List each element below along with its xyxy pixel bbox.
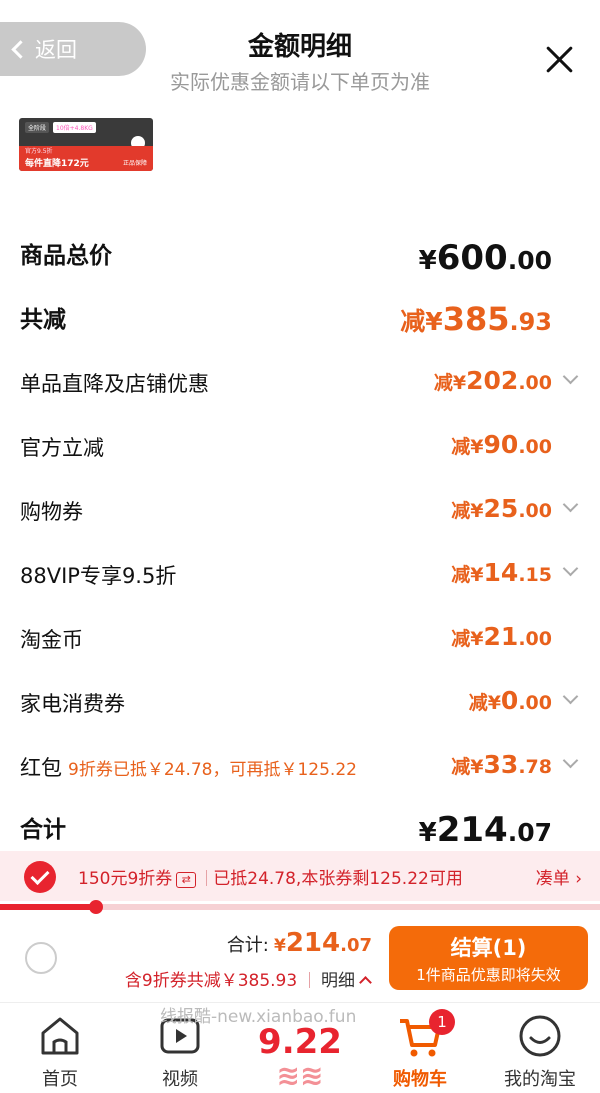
coupon-info: 150元9折券 ⇄ 已抵24.78,本张券剩125.22可用 <box>78 864 463 889</box>
discount-text: 含9折券共减￥385.93 <box>124 971 298 991</box>
header: 返回 金额明细 实际优惠金额请以下单页为准 <box>0 0 600 110</box>
row-taojinbi: 淘金币 减¥21.00 <box>0 618 600 658</box>
select-all-checkbox[interactable] <box>25 942 57 974</box>
thumb-badge: 正品保障 <box>122 160 147 167</box>
chevron-down-icon[interactable] <box>562 688 579 705</box>
row-value: 减¥21.00 <box>451 622 552 651</box>
thumb-tag-size: 10倍+4.8KG <box>53 122 96 133</box>
home-icon <box>37 1013 83 1059</box>
chevron-down-icon[interactable] <box>562 560 579 577</box>
row-label: 共减 <box>20 307 66 333</box>
sum-label: 合计: <box>226 935 269 956</box>
divider <box>206 870 208 886</box>
chevron-down-icon[interactable] <box>562 496 579 513</box>
cart-icon: 1 <box>397 1009 455 1059</box>
chevron-up-icon <box>359 976 372 989</box>
row-official-discount: 官方立减 减¥90.00 <box>0 426 600 466</box>
progress-knob <box>89 900 103 914</box>
profile-icon <box>517 1013 563 1059</box>
row-label: 合计 <box>20 817 66 843</box>
discount-line[interactable]: 含9折券共减￥385.93 明细 <box>124 966 372 991</box>
row-total-price: 商品总价 ¥600.00 <box>0 236 600 278</box>
checkout-sublabel: 1件商品优惠即将失效 <box>416 966 561 984</box>
swap-icon[interactable]: ⇄ <box>176 872 197 888</box>
row-value: ¥600.00 <box>418 238 552 278</box>
divider <box>308 972 310 988</box>
product-thumbnail[interactable]: 全阶段 10倍+4.8KG 官方9.5折 每件直降172元 正品保障 <box>19 118 153 171</box>
row-88vip[interactable]: 88VIP专享9.5折 减¥14.15 <box>0 554 600 594</box>
progress-fill <box>0 904 96 910</box>
row-label: 淘金币 <box>20 628 83 652</box>
thumb-line2: 每件直降172元 <box>25 159 89 169</box>
row-store-discount[interactable]: 单品直降及店铺优惠 减¥202.00 <box>0 362 600 402</box>
row-sum: 合计 ¥214.07 <box>0 810 600 850</box>
thumb-tag-stage: 全阶段 <box>25 122 50 133</box>
page-title: 金额明细 <box>247 32 352 62</box>
chevron-down-icon[interactable] <box>562 368 579 385</box>
svg-text:≋≋: ≋≋ <box>277 1059 324 1091</box>
thumb-line1: 官方9.5折 <box>25 148 53 155</box>
sum-line: 合计: ¥214.07 <box>227 928 372 958</box>
detail-link[interactable]: 明细 <box>321 971 355 991</box>
tab-profile[interactable]: 我的淘宝 <box>490 1013 590 1091</box>
row-shopping-coupon[interactable]: 购物券 减¥25.00 <box>0 490 600 530</box>
promo-text: 9.22 <box>258 1022 342 1062</box>
tab-cart[interactable]: 1 购物车 <box>370 1009 470 1091</box>
row-label: 商品总价 <box>20 243 112 269</box>
row-total-reduce: 共减 减¥385.93 <box>0 300 600 340</box>
coupon-status: 已抵24.78,本张券剩125.22可用 <box>213 869 463 889</box>
row-value: 减¥33.78 <box>451 750 552 779</box>
page-subtitle: 实际优惠金额请以下单页为准 <box>170 70 430 94</box>
row-red-packet[interactable]: 红包 9折券已抵￥24.78，可再抵￥125.22 减¥33.78 <box>0 746 600 786</box>
close-icon[interactable] <box>544 44 574 74</box>
red-packet-note: 9折券已抵￥24.78，可再抵￥125.22 <box>68 760 357 780</box>
chevron-right-icon: › <box>575 869 582 889</box>
chevron-down-icon[interactable] <box>562 752 579 769</box>
row-value: 减¥25.00 <box>451 494 552 523</box>
row-value: 减¥90.00 <box>451 430 552 459</box>
coudan-link[interactable]: 凑单 › <box>536 864 582 889</box>
sum-value: ¥214.07 <box>273 928 372 958</box>
row-appliance-coupon[interactable]: 家电消费券 减¥0.00 <box>0 682 600 722</box>
coupon-bar: 150元9折券 ⇄ 已抵24.78,本张券剩125.22可用 凑单 › <box>0 851 600 901</box>
tab-home[interactable]: 首页 <box>10 1013 110 1091</box>
row-label: 购物券 <box>20 500 83 524</box>
row-value: 减¥385.93 <box>400 300 552 338</box>
row-value: ¥214.07 <box>418 810 552 850</box>
row-label: 88VIP专享9.5折 <box>20 564 177 588</box>
row-label: 家电消费券 <box>20 692 125 716</box>
row-value: 减¥0.00 <box>468 686 552 715</box>
checked-icon[interactable] <box>24 861 56 893</box>
row-label: 红包 9折券已抵￥24.78，可再抵￥125.22 <box>20 756 357 780</box>
coupon-progress-bar <box>0 900 600 914</box>
row-value: 减¥202.00 <box>433 366 552 395</box>
checkout-button[interactable]: 结算(1) 1件商品优惠即将失效 <box>389 926 588 990</box>
cart-badge: 1 <box>429 1009 455 1035</box>
row-label: 单品直降及店铺优惠 <box>20 372 209 396</box>
checkout-bar: 合计: ¥214.07 含9折券共减￥385.93 明细 结算(1) 1件商品优… <box>0 914 600 1002</box>
row-label: 官方立减 <box>20 436 104 460</box>
row-value: 减¥14.15 <box>451 558 552 587</box>
coupon-name: 150元9折券 <box>78 869 173 889</box>
watermark: 线报酷-new.xianbao.fun <box>160 1007 357 1027</box>
checkout-label: 结算(1) <box>450 936 527 960</box>
